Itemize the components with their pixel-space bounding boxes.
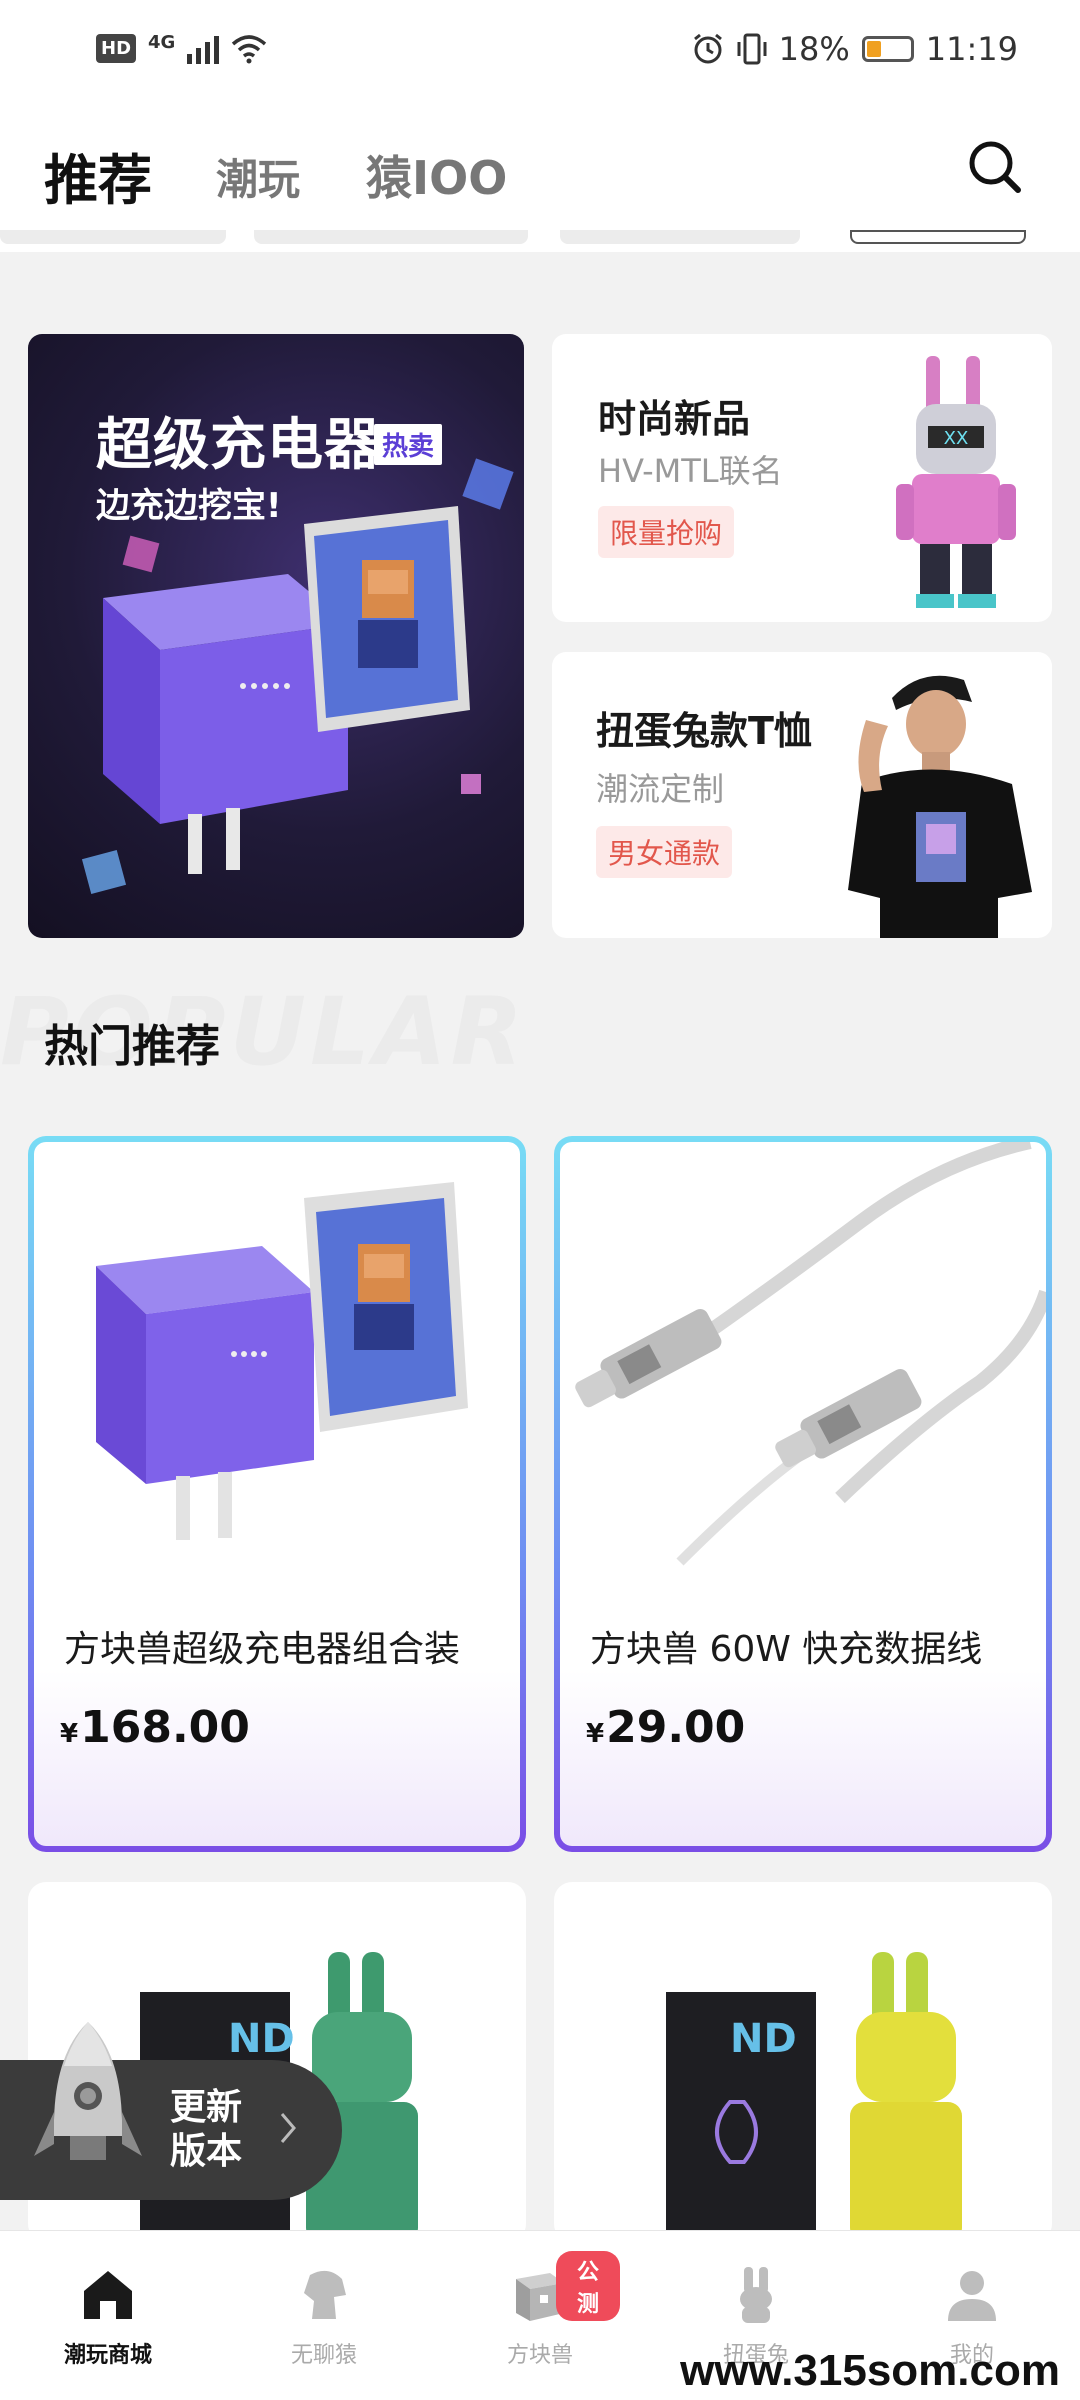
product-price: ¥168.00 <box>60 1702 250 1753</box>
nav-item-bored-ape[interactable]: 无聊猿 <box>244 2267 404 2369</box>
promo-card-tshirt[interactable]: 扭蛋兔款T恤 潮流定制 男女通款 <box>552 652 1052 938</box>
nav-label: 方块兽 <box>506 2343 573 2368</box>
product-price: ¥29.00 <box>586 1702 745 1753</box>
home-icon <box>84 2271 132 2319</box>
battery-percent: 18% <box>778 30 850 68</box>
product-card-inner: 方块兽超级充电器组合装 ¥168.00 <box>34 1142 520 1846</box>
cable-product-image <box>575 1142 1046 1566</box>
price-value: 168.00 <box>80 1702 250 1753</box>
nav-label: 无聊猿 <box>290 2343 357 2368</box>
status-bar: HD 4G 18% 11:19 <box>0 0 1080 100</box>
hd-badge: HD <box>96 34 137 63</box>
bearbrick-rabbit-image: XX <box>896 356 1016 608</box>
scrolled-category-strip <box>0 230 1080 252</box>
tab-trendy-toys[interactable]: 潮玩 <box>216 146 300 207</box>
rocket-icon <box>34 2022 142 2160</box>
promo-card-new-arrivals[interactable]: 时尚新品 HV-MTL联名 限量抢购 XX <box>552 334 1052 622</box>
svg-text:ND: ND <box>730 2016 797 2062</box>
tab-recommend[interactable]: 推荐 <box>44 136 152 215</box>
price-value: 29.00 <box>606 1702 746 1753</box>
update-version-button[interactable]: 更新版本 <box>0 2022 342 2200</box>
product-card[interactable]: ND <box>554 1882 1052 2242</box>
svg-text:ND: ND <box>228 2016 295 2062</box>
network-type: 4G <box>148 32 176 53</box>
promo-subtitle: HV-MTL联名 <box>598 452 783 490</box>
promo-subtitle: 潮流定制 <box>596 770 725 808</box>
search-icon[interactable] <box>964 136 1026 198</box>
wifi-icon <box>232 34 267 63</box>
battery-icon <box>861 36 914 62</box>
profile-icon <box>948 2271 996 2321</box>
promo-tag: 限量抢购 <box>598 506 735 558</box>
clock: 11:19 <box>925 30 1018 68</box>
charger-image <box>81 458 514 895</box>
status-right: 18% 11:19 <box>691 30 1018 68</box>
status-left: HD 4G <box>96 32 267 65</box>
svg-text:XX: XX <box>944 428 969 449</box>
charger-product-image <box>96 1182 468 1540</box>
ape-icon <box>304 2270 346 2319</box>
tab-ape-100[interactable]: 猿IOO <box>366 142 507 208</box>
section-title: 热门推荐 <box>44 1021 220 1072</box>
product-name: 方块兽超级充电器组合装 <box>64 1629 461 1670</box>
tshirt-model-image <box>848 675 1032 938</box>
product-card[interactable]: 方块兽 60W 快充数据线 ¥29.00 <box>554 1136 1052 1852</box>
update-version-label: 更新版本 <box>170 2087 243 2172</box>
alarm-icon <box>693 33 722 64</box>
nav-item-cube-beast[interactable]: 公测 方块兽 <box>460 2251 620 2369</box>
top-tab-bar: 推荐 潮玩 猿IOO <box>0 100 1080 230</box>
promo-tag: 男女通款 <box>596 826 733 878</box>
rabbit-icon <box>740 2267 772 2323</box>
charger-banner[interactable]: 超级充电器 热卖 边充边挖宝! <box>28 334 524 938</box>
promo-title: 时尚新品 <box>598 397 751 441</box>
product-card[interactable]: 方块兽超级充电器组合装 ¥168.00 <box>28 1136 526 1852</box>
watermark: www.315som.com <box>680 2346 1060 2395</box>
signal-icon <box>187 34 220 64</box>
nav-label: 潮玩商城 <box>63 2343 152 2368</box>
currency-symbol: ¥ <box>60 1719 79 1749</box>
product-card-inner: 方块兽 60W 快充数据线 ¥29.00 <box>560 1142 1046 1846</box>
nav-item-mall[interactable]: 潮玩商城 <box>28 2267 188 2369</box>
chevron-right-icon <box>280 2113 296 2143</box>
yellow-rabbit-figure-image: ND <box>666 1952 962 2242</box>
currency-symbol: ¥ <box>586 1719 605 1749</box>
beta-badge: 公测 <box>556 2251 620 2321</box>
product-name: 方块兽 60W 快充数据线 <box>590 1629 983 1670</box>
promo-title: 扭蛋兔款T恤 <box>596 709 812 753</box>
vibrate-icon <box>737 33 767 65</box>
